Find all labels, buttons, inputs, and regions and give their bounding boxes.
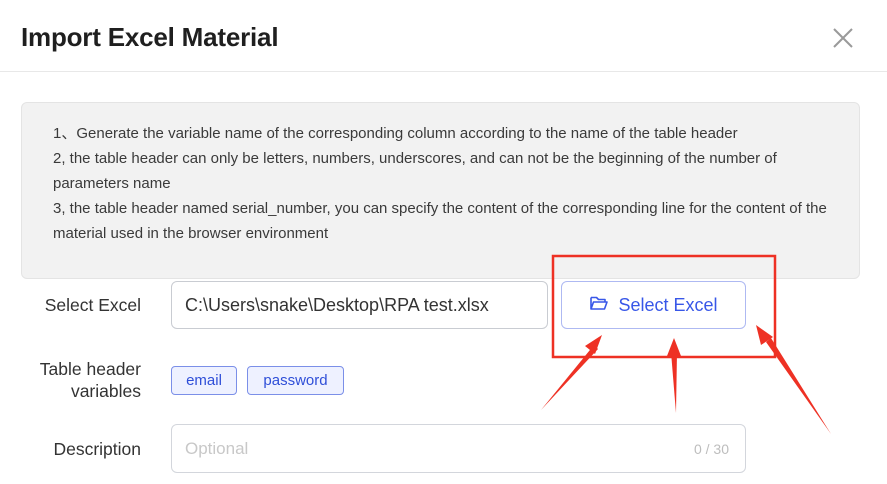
description-field-wrapper: 0 / 30	[171, 424, 746, 473]
variable-tag-password: password	[247, 366, 344, 395]
arrow-2	[667, 338, 681, 413]
excel-path-field[interactable]	[171, 281, 548, 329]
table-header-variables-label: Table header variables	[39, 359, 141, 401]
character-counter: 0 / 30	[693, 441, 729, 457]
arrow-1	[541, 335, 602, 410]
dialog-header: Import Excel Material	[0, 0, 887, 72]
notice-line-3: 3, the table header named serial_number,…	[53, 200, 827, 242]
description-input[interactable]	[185, 437, 665, 461]
close-icon[interactable]	[829, 24, 857, 52]
select-excel-label: Select Excel	[44, 295, 141, 315]
dialog-title: Import Excel Material	[21, 22, 279, 52]
description-label: Description	[53, 439, 141, 459]
notice-line-2: 2, the table header can only be letters,…	[53, 150, 777, 192]
instructions-notice: 1、Generate the variable name of the corr…	[21, 102, 860, 279]
folder-open-icon	[589, 294, 609, 317]
variable-tag-email: email	[171, 366, 237, 395]
notice-line-1: 1、Generate the variable name of the corr…	[53, 125, 738, 142]
select-excel-button[interactable]: Select Excel	[561, 281, 746, 329]
select-excel-button-label: Select Excel	[618, 294, 718, 315]
arrow-3	[756, 325, 831, 434]
